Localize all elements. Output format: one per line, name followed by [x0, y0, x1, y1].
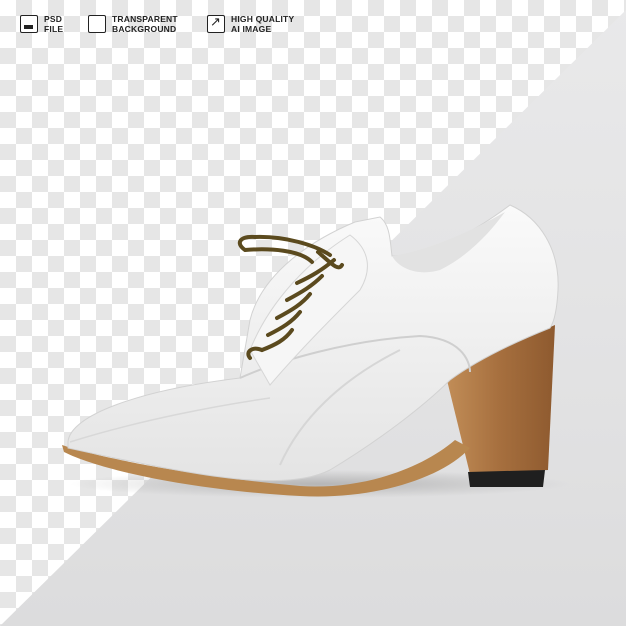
- heel-tip: [468, 470, 545, 487]
- shoe-illustration: [62, 204, 570, 498]
